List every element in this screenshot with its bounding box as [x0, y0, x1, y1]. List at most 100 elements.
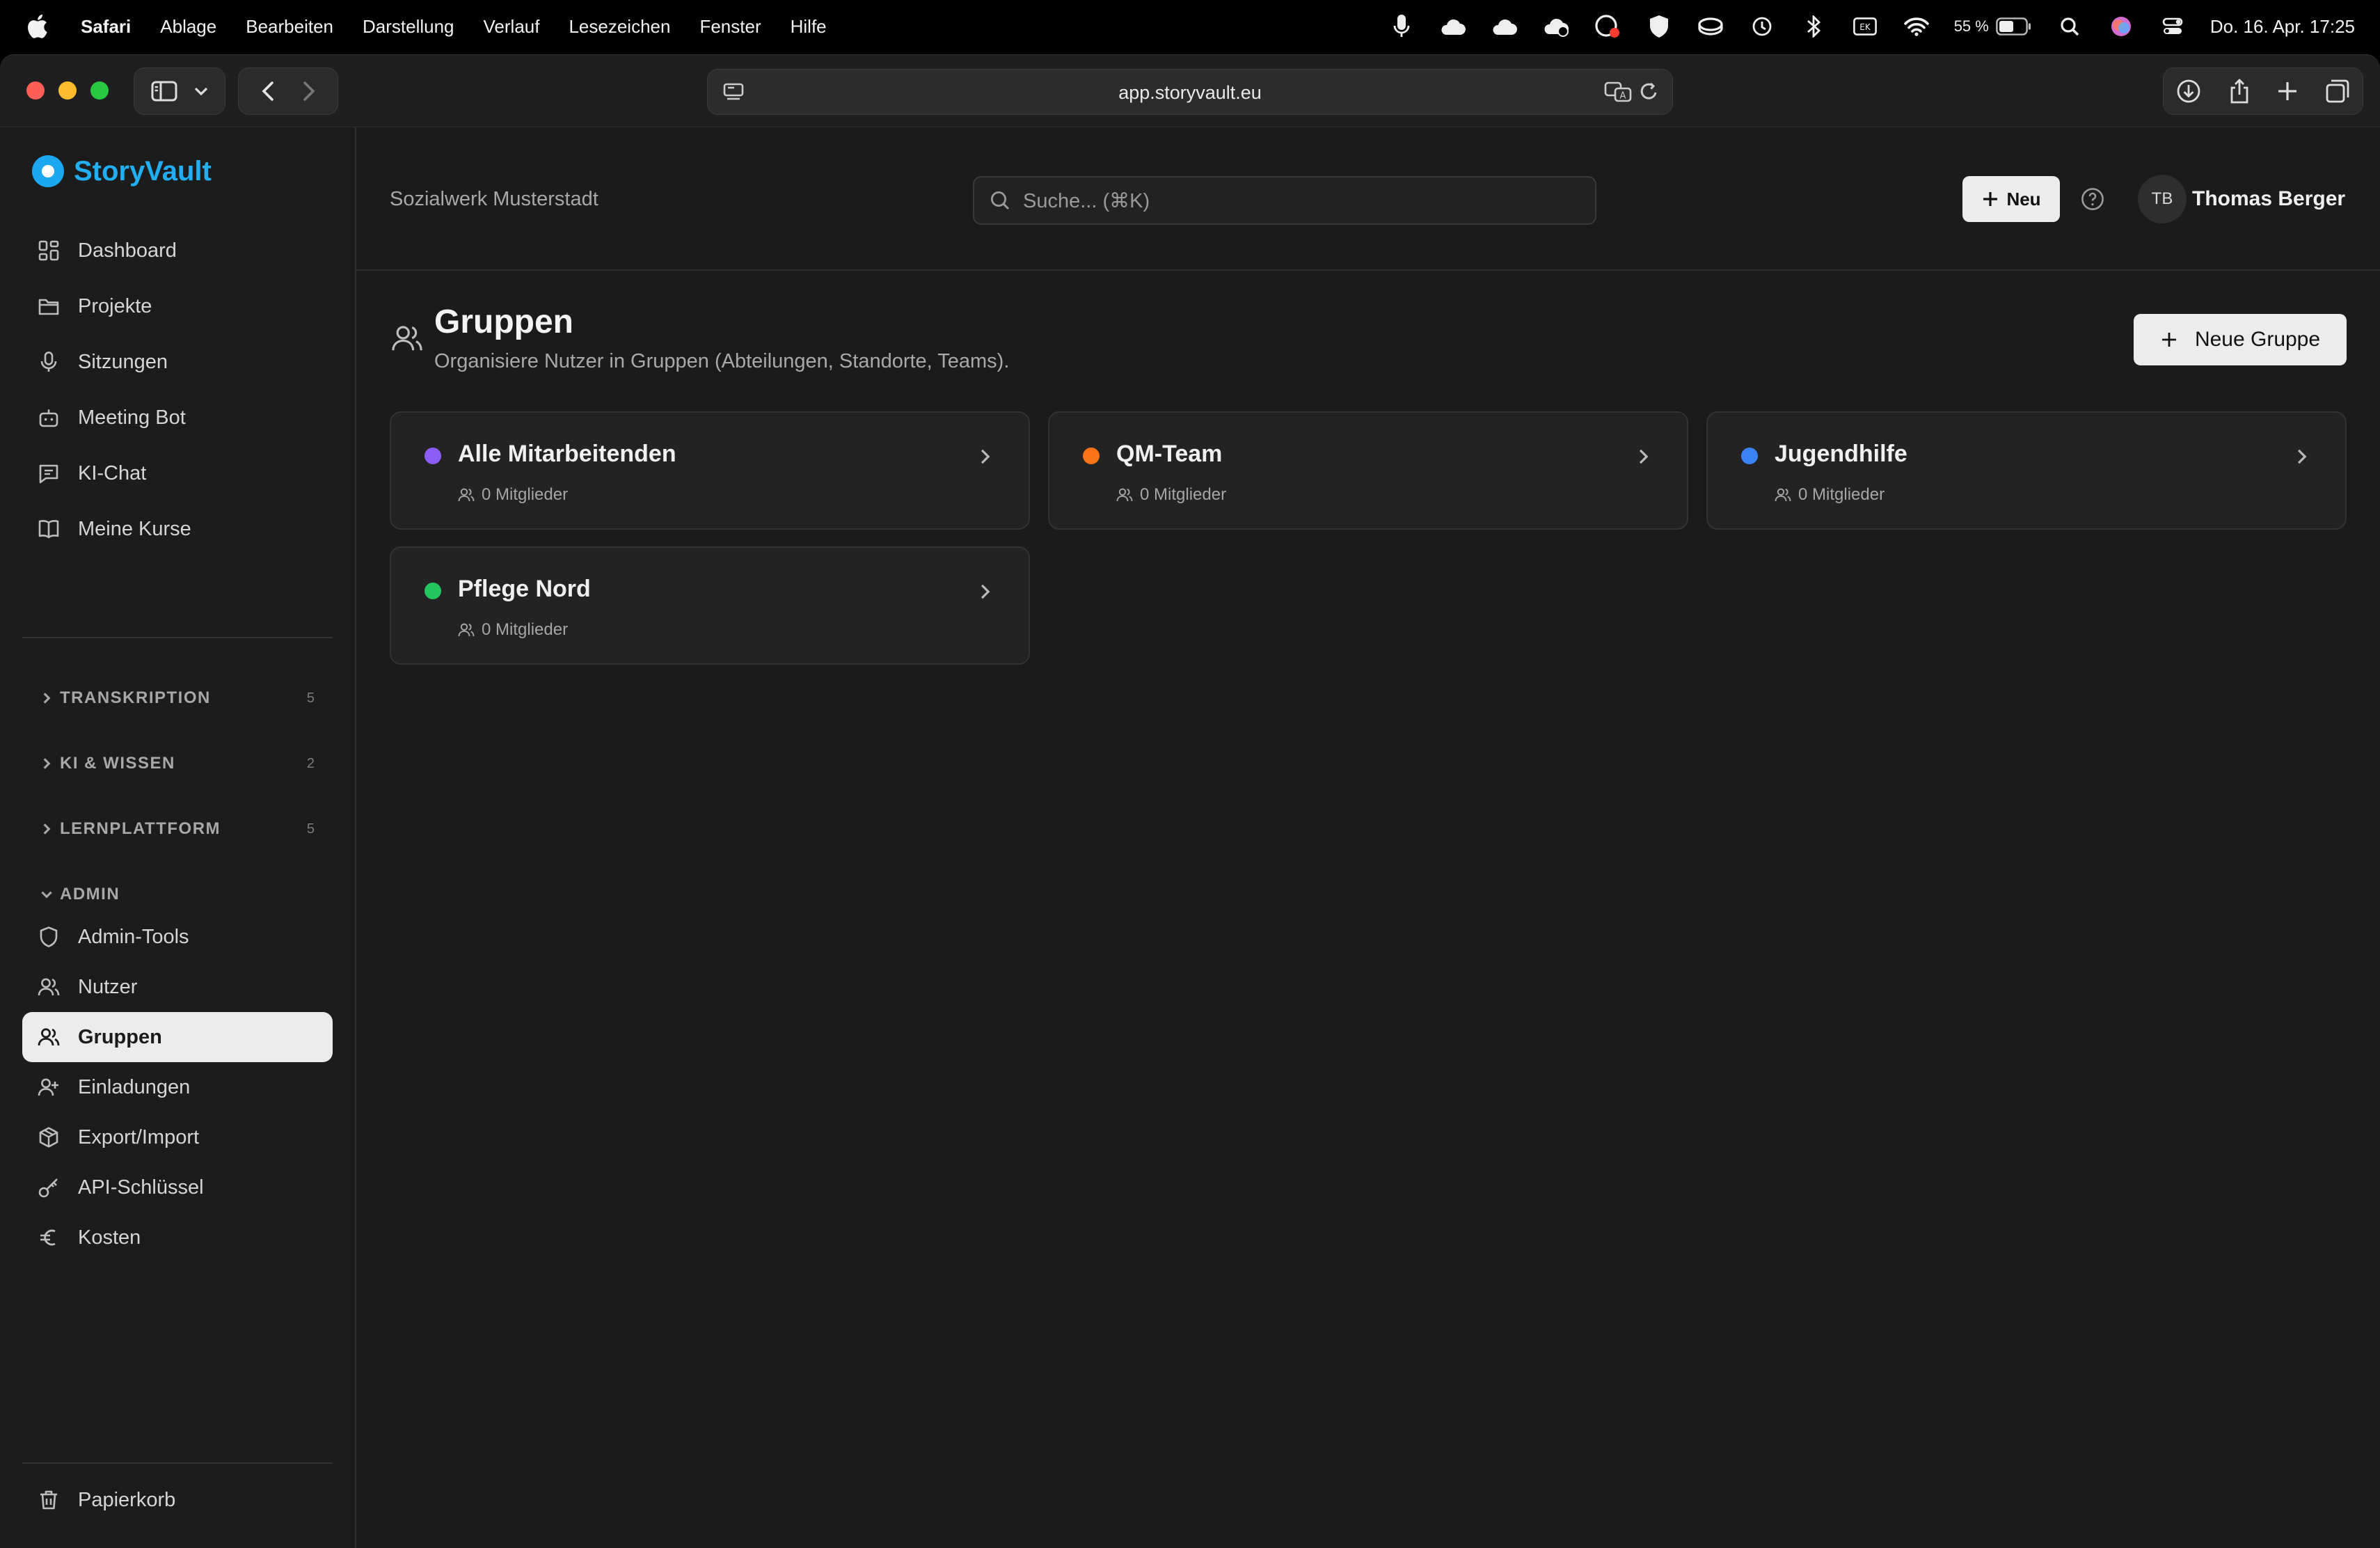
sidebar-item-dashboard[interactable]: Dashboard — [22, 223, 333, 278]
sidebar-item-papierkorb[interactable]: Papierkorb — [22, 1475, 333, 1525]
sidebar-item-api-schluessel[interactable]: API-Schlüssel — [22, 1162, 333, 1213]
help-icon[interactable] — [2081, 187, 2104, 211]
group-color-dot — [1083, 448, 1100, 464]
record-status-icon[interactable] — [1594, 13, 1621, 40]
group-member-count: 0 Mitglieder — [1140, 485, 1227, 504]
reload-icon[interactable] — [1637, 80, 1660, 104]
minimize-window-button[interactable] — [58, 81, 77, 100]
menu-lesezeichen[interactable]: Lesezeichen — [569, 16, 670, 38]
svg-text:A: A — [1620, 91, 1626, 102]
sidebar: StoryVault Dashboard Projekte Sitzungen — [0, 127, 356, 1548]
organization-name[interactable]: Sozialwerk Musterstadt — [390, 127, 598, 271]
zoom-window-button[interactable] — [90, 81, 109, 100]
menu-app-name[interactable]: Safari — [81, 16, 131, 38]
siri-icon[interactable] — [2107, 13, 2135, 40]
menu-fenster[interactable]: Fenster — [699, 16, 761, 38]
new-tab-icon[interactable] — [2277, 81, 2298, 102]
group-members: 0 Mitglieder — [1775, 485, 1885, 505]
new-group-button[interactable]: Neue Gruppe — [2134, 314, 2347, 365]
close-window-button[interactable] — [26, 81, 45, 100]
cloud-icon[interactable] — [1491, 13, 1518, 40]
group-card-qm-team[interactable]: QM-Team 0 Mitglieder — [1048, 411, 1688, 530]
key-icon — [38, 1178, 58, 1198]
cloud-sync-icon[interactable] — [1542, 13, 1570, 40]
macos-menubar: Safari Ablage Bearbeiten Darstellung Ver… — [0, 0, 2380, 53]
tab-overview-icon[interactable] — [2325, 79, 2350, 104]
input-source-icon[interactable]: EK — [1851, 13, 1879, 40]
address-bar[interactable]: app.storyvault.eu A — [707, 69, 1673, 115]
new-button-label: Neu — [2006, 188, 2041, 210]
translate-icon[interactable]: A — [1604, 80, 1632, 104]
share-icon[interactable] — [2228, 78, 2251, 104]
toolbar-actions — [2163, 68, 2363, 115]
spotlight-search-icon[interactable] — [2056, 13, 2084, 40]
sidebar-item-gruppen[interactable]: Gruppen — [22, 1012, 333, 1062]
sidebar-item-export-import[interactable]: Export/Import — [22, 1112, 333, 1162]
back-arrow-icon[interactable] — [261, 81, 274, 102]
user-name[interactable]: Thomas Berger — [2192, 175, 2345, 223]
sidebar-item-kosten[interactable]: Kosten — [22, 1213, 333, 1263]
time-machine-icon[interactable] — [1748, 13, 1776, 40]
sidebar-section-admin[interactable]: ADMIN — [22, 880, 333, 908]
chevron-right-icon — [43, 823, 51, 835]
new-button[interactable]: Neu — [1962, 176, 2060, 222]
wifi-icon[interactable] — [1903, 13, 1930, 40]
menu-darstellung[interactable]: Darstellung — [363, 16, 454, 38]
users-icon — [458, 488, 475, 502]
sidebar-item-label: Meine Kurse — [78, 517, 191, 540]
group-members: 0 Mitglieder — [458, 485, 568, 505]
menu-verlauf[interactable]: Verlauf — [484, 16, 540, 38]
apple-logo-icon[interactable] — [25, 13, 53, 40]
sidebar-item-nutzer[interactable]: Nutzer — [22, 962, 333, 1012]
sidebar-item-sitzungen[interactable]: Sitzungen — [22, 334, 333, 390]
sidebar-item-einladungen[interactable]: Einladungen — [22, 1062, 333, 1112]
microphone-status-icon[interactable] — [1388, 13, 1415, 40]
bluetooth-icon[interactable] — [1800, 13, 1827, 40]
sidebar-item-admin-tools[interactable]: Admin-Tools — [22, 912, 333, 962]
plus-icon — [1983, 192, 1998, 206]
search-icon — [990, 191, 1010, 210]
sidebar-item-ki-chat[interactable]: KI-Chat — [22, 445, 333, 501]
group-member-count: 0 Mitglieder — [1798, 485, 1885, 504]
cloud-icon[interactable] — [1439, 13, 1467, 40]
group-card-jugendhilfe[interactable]: Jugendhilfe 0 Mitglieder — [1706, 411, 2347, 530]
book-icon — [38, 520, 59, 539]
search-input[interactable]: Suche... (⌘K) — [973, 176, 1596, 225]
sidebar-section-lernplattform[interactable]: LERNPLATTFORM 5 — [22, 815, 333, 843]
sidebar-item-meeting-bot[interactable]: Meeting Bot — [22, 390, 333, 445]
group-icon — [38, 1028, 60, 1046]
section-label: KI & WISSEN — [60, 754, 175, 773]
control-center-icon[interactable] — [2159, 13, 2187, 40]
section-count: 2 — [306, 755, 315, 771]
brand-logo[interactable]: StoryVault — [32, 155, 212, 187]
menubar-clock[interactable]: Do. 16. Apr. 17:25 — [2210, 16, 2355, 38]
shield-icon — [40, 926, 58, 947]
app-header: Sozialwerk Musterstadt Suche... (⌘K) Neu… — [356, 127, 2380, 271]
downloads-icon[interactable] — [2176, 79, 2201, 104]
page-title: Gruppen — [434, 303, 573, 340]
battery-status[interactable]: 55 % — [1954, 17, 2032, 35]
group-color-dot — [425, 448, 441, 464]
plus-icon — [2161, 333, 2176, 347]
sidebar-toggle-button[interactable] — [134, 68, 225, 115]
folder-icon — [38, 299, 59, 315]
sidebar-section-transkription[interactable]: TRANSKRIPTION 5 — [22, 684, 333, 712]
package-icon — [39, 1127, 58, 1148]
group-card-pflege-nord[interactable]: Pflege Nord 0 Mitglieder — [390, 546, 1030, 665]
sidebar-item-meine-kurse[interactable]: Meine Kurse — [22, 501, 333, 557]
group-card-alle-mitarbeitenden[interactable]: Alle Mitarbeitenden 0 Mitglieder — [390, 411, 1030, 530]
section-count: 5 — [306, 821, 315, 837]
shield-status-icon[interactable] — [1645, 13, 1673, 40]
forward-arrow-icon[interactable] — [303, 81, 315, 102]
sidebar-divider — [22, 637, 333, 638]
section-count: 5 — [306, 690, 315, 706]
group-color-dot — [425, 583, 441, 599]
sidebar-section-ki-wissen[interactable]: KI & WISSEN 2 — [22, 750, 333, 777]
chevron-down-icon[interactable] — [194, 86, 208, 96]
avatar[interactable]: TB — [2138, 175, 2187, 223]
menu-ablage[interactable]: Ablage — [160, 16, 216, 38]
menu-hilfe[interactable]: Hilfe — [791, 16, 827, 38]
coffee-icon[interactable] — [1697, 13, 1724, 40]
sidebar-item-projekte[interactable]: Projekte — [22, 278, 333, 334]
menu-bearbeiten[interactable]: Bearbeiten — [246, 16, 333, 38]
